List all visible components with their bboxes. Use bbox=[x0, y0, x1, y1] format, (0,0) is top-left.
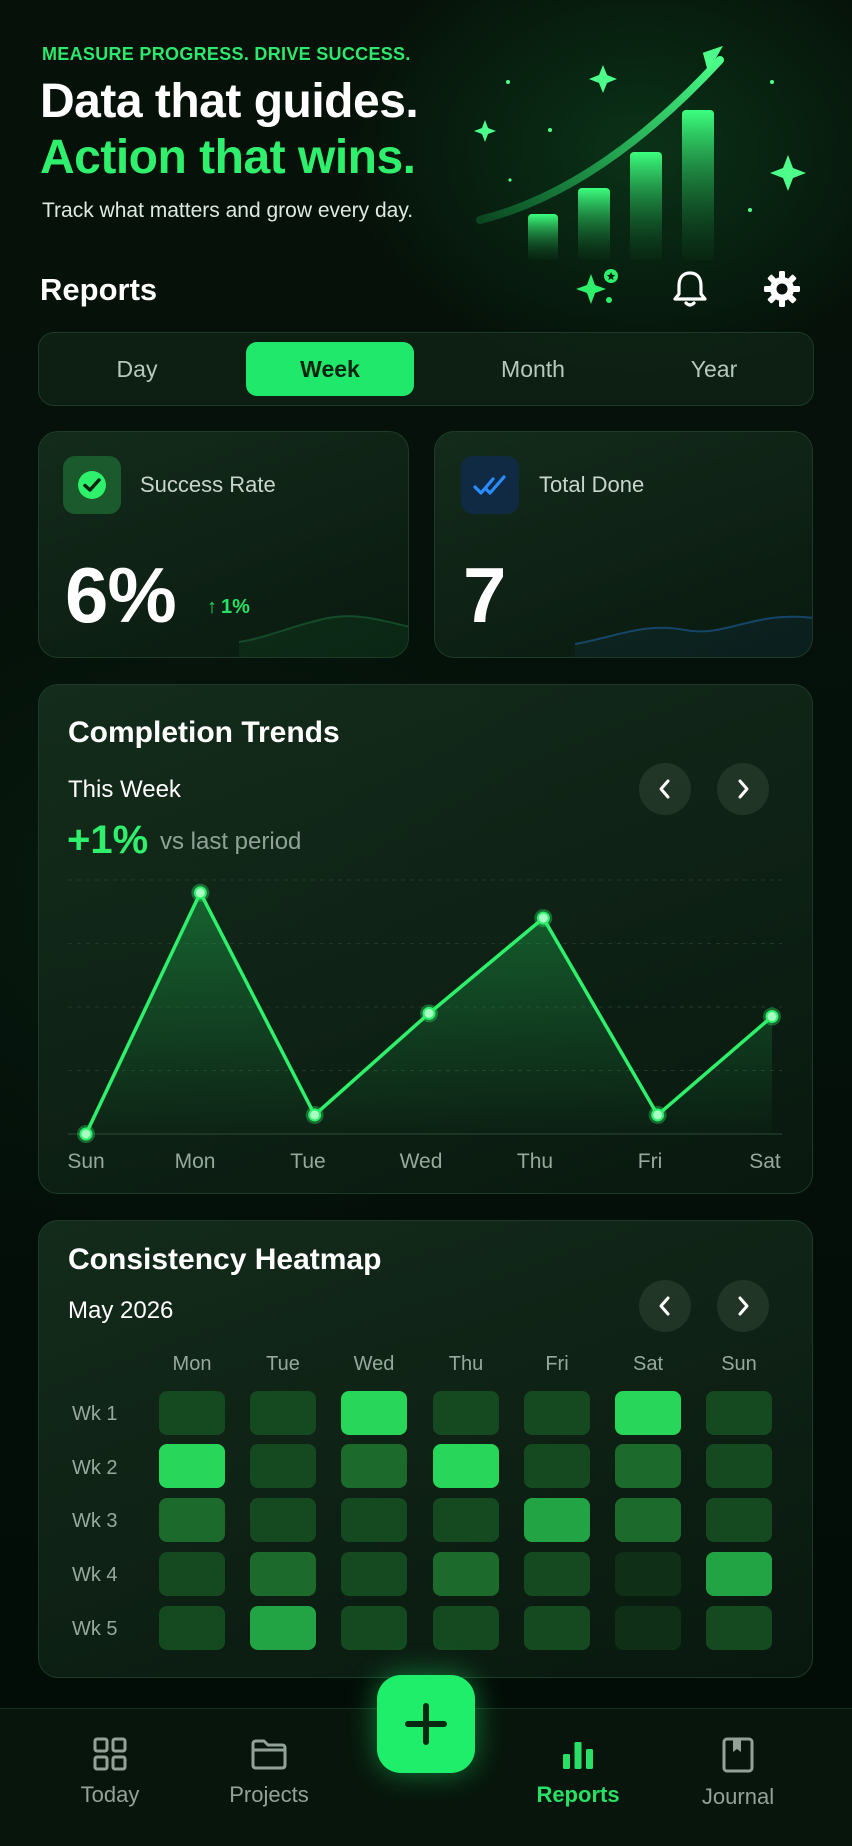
heatmap-cell[interactable] bbox=[615, 1444, 681, 1488]
nav-label: Reports bbox=[536, 1782, 620, 1807]
heatmap-cell[interactable] bbox=[706, 1498, 772, 1542]
heatmap-cell[interactable] bbox=[341, 1606, 407, 1650]
heatmap-cell[interactable] bbox=[615, 1606, 681, 1650]
heatmap-card bbox=[38, 1220, 813, 1678]
grid-icon bbox=[93, 1737, 127, 1771]
journal-icon bbox=[722, 1737, 754, 1773]
heatmap-cell[interactable] bbox=[433, 1552, 499, 1596]
heatmap-cell[interactable] bbox=[706, 1606, 772, 1650]
x-tick-label: Mon bbox=[174, 1150, 216, 1173]
heatmap-cell[interactable] bbox=[250, 1498, 316, 1542]
data-point bbox=[422, 1006, 436, 1020]
folder-icon bbox=[251, 1739, 287, 1770]
x-tick-label: Tue bbox=[290, 1150, 326, 1173]
heatmap-cell[interactable] bbox=[250, 1391, 316, 1435]
heatmap-cell[interactable] bbox=[615, 1552, 681, 1596]
heatmap-cell[interactable] bbox=[615, 1498, 681, 1542]
heatmap-cell[interactable] bbox=[706, 1391, 772, 1435]
completion-trend-chart bbox=[68, 879, 782, 1143]
heatmap-cell[interactable] bbox=[159, 1606, 225, 1650]
x-tick-label: Sat bbox=[749, 1150, 781, 1173]
data-point bbox=[193, 886, 207, 900]
heatmap-cell[interactable] bbox=[524, 1391, 590, 1435]
heatmap-cell[interactable] bbox=[615, 1391, 681, 1435]
heatmap-cell[interactable] bbox=[433, 1391, 499, 1435]
nav-today[interactable]: Today bbox=[50, 1736, 170, 1808]
heatmap-cell[interactable] bbox=[433, 1444, 499, 1488]
bar-chart-icon bbox=[563, 1742, 593, 1769]
data-point bbox=[308, 1108, 322, 1122]
nav-label: Projects bbox=[229, 1782, 309, 1807]
nav-label: Journal bbox=[701, 1784, 775, 1809]
chevron-left-icon bbox=[659, 1296, 670, 1316]
heatmap-cell[interactable] bbox=[341, 1552, 407, 1596]
heatmap-cell[interactable] bbox=[524, 1498, 590, 1542]
heatmap-row-label: Wk 1 bbox=[72, 1403, 118, 1425]
data-point bbox=[79, 1127, 93, 1141]
heatmap-cell[interactable] bbox=[159, 1498, 225, 1542]
heatmap-col-label: Tue bbox=[266, 1353, 300, 1375]
heatmap-next-button[interactable] bbox=[717, 1280, 769, 1332]
nav-journal[interactable]: Journal bbox=[678, 1736, 798, 1810]
heatmap-col-label: Fri bbox=[545, 1353, 569, 1375]
chevron-right-icon bbox=[738, 1296, 749, 1316]
heatmap-month: May 2026 bbox=[68, 1297, 174, 1324]
x-tick-label: Wed bbox=[399, 1150, 443, 1173]
heatmap-title: Consistency Heatmap bbox=[68, 1243, 382, 1276]
heatmap-col-label: Sat bbox=[632, 1353, 664, 1375]
heatmap-cell[interactable] bbox=[159, 1391, 225, 1435]
heatmap-prev-button[interactable] bbox=[639, 1280, 691, 1332]
heatmap-cell[interactable] bbox=[433, 1606, 499, 1650]
data-point bbox=[536, 911, 550, 925]
heatmap-cell[interactable] bbox=[433, 1498, 499, 1542]
nav-label: Today bbox=[80, 1782, 140, 1807]
heatmap-cell[interactable] bbox=[341, 1444, 407, 1488]
x-tick-label: Fri bbox=[637, 1150, 663, 1173]
heatmap-row-label: Wk 2 bbox=[72, 1457, 118, 1479]
heatmap-col-label: Thu bbox=[448, 1353, 484, 1375]
heatmap-cell[interactable] bbox=[524, 1552, 590, 1596]
nav-reports[interactable]: Reports bbox=[518, 1736, 638, 1808]
heatmap-cell[interactable] bbox=[250, 1444, 316, 1488]
heatmap-cell[interactable] bbox=[250, 1606, 316, 1650]
x-tick-label: Thu bbox=[516, 1150, 554, 1173]
heatmap-col-label: Mon bbox=[172, 1353, 212, 1375]
heatmap-cell[interactable] bbox=[250, 1552, 316, 1596]
plus-icon bbox=[405, 1703, 447, 1745]
heatmap-cell[interactable] bbox=[706, 1552, 772, 1596]
heatmap-row-label: Wk 5 bbox=[72, 1618, 118, 1640]
heatmap-row-label: Wk 4 bbox=[72, 1564, 118, 1586]
heatmap-cell[interactable] bbox=[159, 1552, 225, 1596]
heatmap-col-label: Sun bbox=[721, 1353, 757, 1375]
add-button[interactable] bbox=[377, 1675, 475, 1773]
nav-projects[interactable]: Projects bbox=[209, 1736, 329, 1808]
data-point bbox=[651, 1108, 665, 1122]
data-point bbox=[765, 1010, 779, 1024]
heatmap-cell[interactable] bbox=[341, 1498, 407, 1542]
heatmap-col-label: Wed bbox=[353, 1353, 395, 1375]
heatmap-row-label: Wk 3 bbox=[72, 1510, 118, 1532]
heatmap-cell[interactable] bbox=[524, 1606, 590, 1650]
heatmap-cell[interactable] bbox=[706, 1444, 772, 1488]
x-tick-label: Sun bbox=[67, 1150, 105, 1173]
heatmap-cell[interactable] bbox=[524, 1444, 590, 1488]
heatmap-cell[interactable] bbox=[341, 1391, 407, 1435]
heatmap-cell[interactable] bbox=[159, 1444, 225, 1488]
